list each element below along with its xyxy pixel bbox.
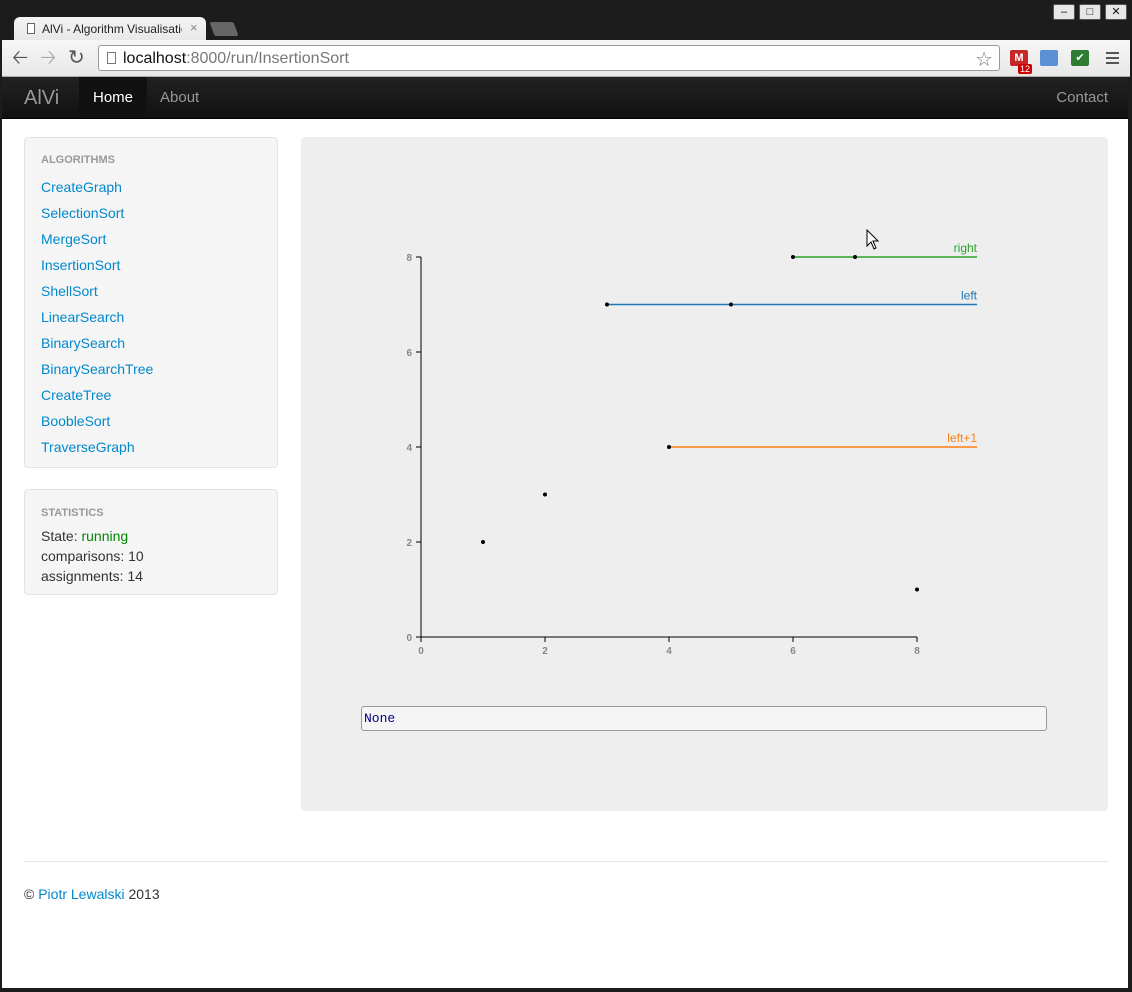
state-line: State: running [41,528,128,544]
maximize-button[interactable]: □ [1079,4,1101,20]
copyright-symbol: © [24,886,35,902]
alg-link-booblesort[interactable]: BoobleSort [41,413,110,429]
alg-link-mergesort[interactable]: MergeSort [41,231,106,247]
tab-close-icon[interactable]: × [190,20,198,35]
x-tick-label: 0 [418,646,424,657]
alg-link-binarysearchtree[interactable]: BinarySearchTree [41,361,153,377]
back-icon[interactable]: 🡠 [12,48,28,68]
x-tick-label: 4 [666,646,672,657]
alg-link-createtree[interactable]: CreateTree [41,387,111,403]
page-icon [107,52,116,64]
browser-tab[interactable]: AlVi - Algorithm Visualisatio × [14,17,206,41]
data-point [853,255,857,259]
url-text: localhost:8000/run/InsertionSort [123,50,349,68]
author-link[interactable]: Piotr Lewalski [38,886,124,902]
algorithms-header: ALGORITHMS [41,154,115,166]
x-tick-label: 8 [914,646,920,657]
y-tick-label: 8 [406,253,412,264]
data-point [729,302,733,307]
marker-label: left [961,289,978,303]
nav-home[interactable]: Home [79,77,148,118]
y-tick-label: 6 [406,348,412,359]
navbar: AlVi Home About Contact [2,77,1128,119]
url-host: localhost [123,50,187,67]
state-value: running [81,528,129,544]
y-tick-label: 4 [406,443,412,454]
algorithms-panel: ALGORITHMS CreateGraph SelectionSort Mer… [24,137,278,468]
assignments-count: assignments: 14 [41,568,143,584]
address-bar[interactable]: localhost:8000/run/InsertionSort ☆ [98,45,1000,71]
nav-about[interactable]: About [160,77,199,118]
footer: © Piotr Lewalski 2013 [24,886,160,902]
footer-divider [24,861,1108,862]
x-tick-label: 2 [542,646,548,657]
marker-label: right [954,241,978,255]
mouse-cursor-icon [866,229,880,250]
browser-window: AlVi - Algorithm Visualisatio × – □ ✕ 🡠 … [0,0,1132,992]
data-point [667,445,671,449]
footer-year: 2013 [128,886,160,902]
minimize-button[interactable]: – [1053,4,1075,20]
browser-toolbar: 🡠 🡢 ↻ localhost:8000/run/InsertionSort ☆… [2,40,1130,77]
chrome-menu-icon[interactable] [1106,52,1119,67]
comparisons-count: comparisons: 10 [41,548,144,564]
checkmark-extension-icon[interactable]: ✔ [1071,50,1089,66]
data-point [481,540,485,544]
state-label: State: [41,528,78,544]
marker-label: left+1 [947,431,977,445]
statistics-panel: STATISTICS State: running comparisons: 1… [24,489,278,595]
close-window-button[interactable]: ✕ [1105,4,1127,20]
unread-count-badge: 12 [1018,64,1033,74]
alg-link-traversegraph[interactable]: TraverseGraph [41,439,135,455]
output-field[interactable]: None [361,706,1047,731]
brand-logo[interactable]: AlVi [24,87,59,110]
page-icon [27,23,35,34]
extension-icon[interactable] [1040,50,1058,66]
alg-link-linearsearch[interactable]: LinearSearch [41,309,124,325]
reload-icon[interactable]: ↻ [68,48,85,68]
data-point [915,587,919,592]
data-point [791,255,795,259]
data-point [605,302,609,307]
alg-link-creategraph[interactable]: CreateGraph [41,179,122,195]
forward-icon[interactable]: 🡢 [40,48,56,68]
url-path: :8000/run/InsertionSort [186,50,349,67]
y-tick-label: 0 [406,633,412,644]
data-point [543,492,547,497]
scatter-chart: 0 2 4 6 8 0 2 4 6 8 right left left+1 [406,241,978,657]
visualization-area: 0 2 4 6 8 0 2 4 6 8 right left left+1 None [301,137,1108,811]
statistics-header: STATISTICS [41,507,104,519]
alg-link-insertionsort[interactable]: InsertionSort [41,257,120,273]
bookmark-star-icon[interactable]: ☆ [975,47,993,72]
page-viewport: AlVi Home About Contact ALGORITHMS Creat… [2,77,1128,988]
alg-link-shellsort[interactable]: ShellSort [41,283,98,299]
alg-link-binarysearch[interactable]: BinarySearch [41,335,125,351]
y-tick-label: 2 [406,538,412,549]
x-tick-label: 6 [790,646,796,657]
tab-title: AlVi - Algorithm Visualisatio [42,22,182,36]
nav-contact[interactable]: Contact [1056,77,1108,118]
alg-link-selectionsort[interactable]: SelectionSort [41,205,124,221]
title-bar: AlVi - Algorithm Visualisatio × – □ ✕ [0,0,1132,41]
new-tab-button[interactable] [209,22,239,36]
